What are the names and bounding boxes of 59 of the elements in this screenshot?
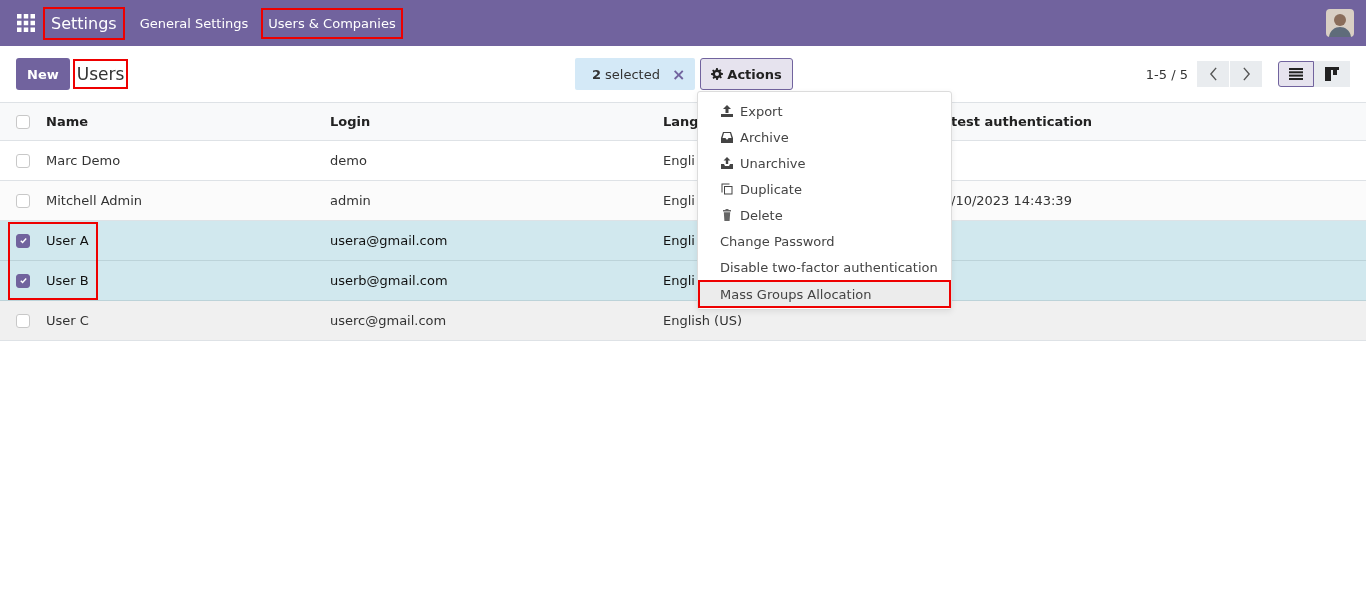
table-cell: User C <box>46 313 89 328</box>
table-cell: /10/2023 14:43:39 <box>951 193 1072 208</box>
table-cell: Engli <box>663 193 695 208</box>
menu-item[interactable]: Change Password <box>698 228 951 254</box>
menu-item[interactable]: Users & Companies <box>261 7 403 39</box>
checkbox[interactable] <box>16 313 30 328</box>
inbox-icon <box>720 130 734 144</box>
chevron-right-icon <box>1241 67 1251 81</box>
check-icon <box>18 236 28 245</box>
column-header[interactable]: test authentication <box>951 114 1093 129</box>
table-cell: admin <box>330 193 371 208</box>
upload-icon <box>720 104 734 118</box>
table-cell: Engli <box>663 233 695 248</box>
checkbox[interactable] <box>16 193 30 208</box>
menu-item[interactable]: Unarchive <box>698 150 951 176</box>
menu-item[interactable]: Export <box>698 98 951 124</box>
apps-grid-icon[interactable] <box>17 14 35 32</box>
kanban-icon <box>1325 67 1339 81</box>
list-view-button[interactable] <box>1278 61 1314 87</box>
new-button[interactable]: New <box>16 58 70 90</box>
column-header[interactable]: Lang <box>663 114 699 129</box>
menu-item[interactable]: Mass Groups Allocation <box>698 280 951 308</box>
avatar-icon[interactable] <box>1326 9 1354 37</box>
copy-icon <box>720 182 734 196</box>
table-cell: usera@gmail.com <box>330 233 448 248</box>
table-cell: Engli <box>663 273 695 288</box>
app-name[interactable]: Settings <box>43 6 125 40</box>
column-header[interactable]: Name <box>46 114 88 129</box>
checkbox[interactable] <box>16 233 30 248</box>
table-cell: Mitchell Admin <box>46 193 143 208</box>
checkbox[interactable] <box>16 273 30 288</box>
upload-tray-icon <box>720 156 734 170</box>
selection-count: 2 <box>592 66 602 82</box>
actions-button[interactable]: Actions <box>700 58 793 90</box>
table-cell: userc@gmail.com <box>330 313 447 328</box>
checkbox[interactable] <box>16 153 30 168</box>
next-page-button[interactable] <box>1230 61 1262 87</box>
gear-icon <box>711 68 724 80</box>
table-cell: demo <box>330 153 367 168</box>
table-cell: userb@gmail.com <box>330 273 448 288</box>
list-icon <box>1289 68 1303 80</box>
pager-value: 1-5 / 5 <box>1145 66 1188 82</box>
previous-page-button[interactable] <box>1197 61 1229 87</box>
table-cell: English (US) <box>663 313 742 328</box>
checkbox[interactable] <box>16 114 30 129</box>
table-cell: Marc Demo <box>46 153 121 168</box>
kanban-view-button[interactable] <box>1314 61 1350 87</box>
chevron-left-icon <box>1208 67 1218 81</box>
check-icon <box>18 276 28 285</box>
selection-label: selected <box>605 66 660 82</box>
clear-selection-button[interactable]: × <box>663 64 686 84</box>
table-cell: Engli <box>663 153 695 168</box>
table-cell: User B <box>46 273 89 288</box>
menu-item[interactable]: General Settings <box>132 7 256 39</box>
column-header[interactable]: Login <box>330 114 371 129</box>
table-cell: User A <box>46 233 89 248</box>
page-title: Users <box>72 59 129 89</box>
trash-icon <box>720 208 734 222</box>
table-row[interactable]: User C userc@gmail.com English (US) <box>0 301 1366 341</box>
